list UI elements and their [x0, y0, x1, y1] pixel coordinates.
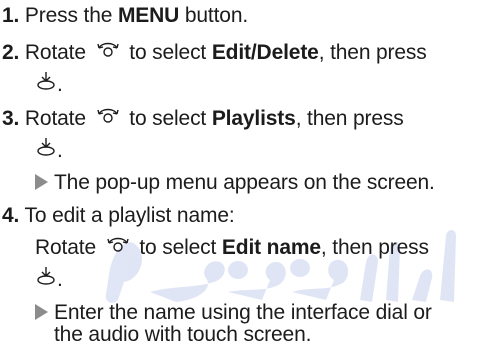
edit-name-label: Edit name	[221, 236, 321, 259]
step-number: 2.	[2, 41, 20, 64]
step-text: , then press	[320, 236, 429, 259]
step-1: 1. Press the MENU button.	[2, 0, 248, 32]
step-3-note: The pop-up menu appears on the screen.	[35, 167, 435, 199]
rotate-dial-icon	[96, 37, 120, 69]
step-3: 3. Rotate to select Playlists, then pres…	[2, 103, 404, 135]
step-text: to select	[133, 236, 222, 259]
step-text: , then press	[318, 41, 427, 64]
step-4: 4. To edit a playlist name:	[2, 200, 235, 232]
step-text: .	[57, 73, 63, 96]
step-3-cont: .	[35, 135, 63, 167]
edit-delete-label: Edit/Delete	[211, 41, 319, 64]
step-text: Rotate	[24, 41, 92, 64]
step-2: 2. Rotate to select Edit/Delete, then pr…	[2, 37, 427, 69]
note-text: The pop-up menu appears on the screen.	[54, 171, 435, 194]
note-arrow-icon	[35, 304, 48, 321]
step-number: 1.	[2, 4, 20, 27]
step-4-action: Rotate to select Edit name, then press	[35, 232, 429, 264]
step-text: .	[57, 139, 63, 162]
note-arrow-icon	[35, 174, 48, 191]
note-text: Enter the name using the interface dial …	[54, 301, 432, 324]
enter-press-icon	[35, 264, 57, 296]
enter-press-icon	[35, 135, 57, 167]
step-text: to select	[123, 41, 212, 64]
step-text: to select	[123, 107, 212, 130]
step-number: 3.	[2, 107, 20, 130]
step-text: button.	[179, 4, 249, 27]
step-intro: To edit a playlist name:	[24, 204, 235, 227]
step-text: Rotate	[24, 107, 92, 130]
step-4-note-line2: the audio with touch screen.	[54, 324, 311, 345]
step-number: 4.	[2, 204, 20, 227]
menu-button-label: MENU	[117, 4, 180, 27]
step-text: , then press	[295, 107, 404, 130]
step-text: Press the	[24, 4, 118, 27]
rotate-dial-icon	[106, 232, 130, 264]
step-text: Rotate	[35, 236, 102, 259]
playlists-label: Playlists	[211, 107, 296, 130]
rotate-dial-icon	[96, 103, 120, 135]
enter-press-icon	[35, 69, 57, 101]
step-2-cont: .	[35, 69, 63, 101]
step-4-cont: .	[35, 264, 63, 296]
step-text: .	[57, 268, 63, 291]
